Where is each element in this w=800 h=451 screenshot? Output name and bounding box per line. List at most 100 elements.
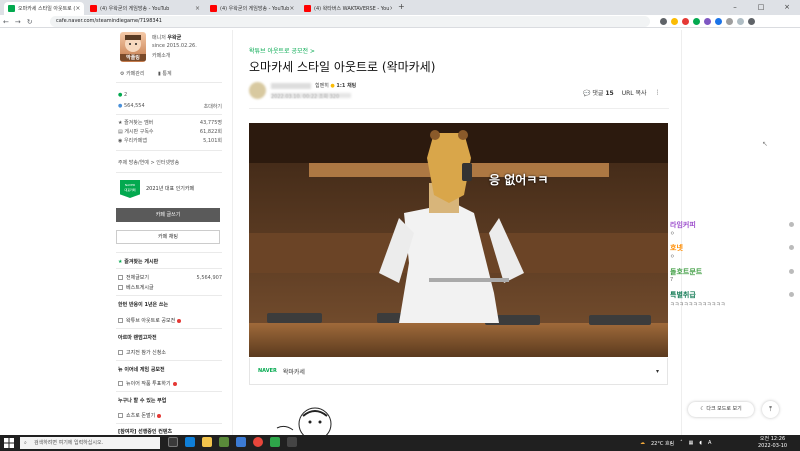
chat-username: 특별취급 <box>670 291 696 299</box>
board-icon <box>118 350 123 355</box>
comments-link[interactable]: 💬 댓글 15 <box>583 88 614 97</box>
cafe-avatar[interactable]: 막플링 <box>120 32 146 62</box>
close-icon[interactable]: × <box>195 5 200 12</box>
article-panel: 왁튜브 아웃트로 공모전 > 오마카세 스타일 아웃트로 (왁마카세) 힙멘히 … <box>232 30 682 435</box>
menu-group-head: 아르마 랜덤고자전 <box>118 335 157 341</box>
video-player[interactable]: 응 없어ㅋㅋ <box>249 123 668 357</box>
menu-item-shorts[interactable]: 쇼츠로 돈벌기 <box>118 412 162 419</box>
extensions-puzzle-icon[interactable] <box>726 18 733 25</box>
taskbar-clock[interactable]: 오전 12:26 2022-03-10 <box>758 436 787 450</box>
chat-badge-icon <box>789 222 794 227</box>
chat-message: ㅇ <box>670 231 675 237</box>
windows-start-icon[interactable] <box>4 438 14 448</box>
extension-green-icon[interactable] <box>693 18 700 25</box>
chevron-down-icon[interactable]: ▾ <box>656 368 659 375</box>
menu-item-label: 고지전 참가 신청소 <box>126 350 166 356</box>
back-icon[interactable]: ← <box>3 18 9 26</box>
author-suffix[interactable]: 힙멘히 <box>315 83 329 89</box>
star-icon[interactable] <box>671 18 678 25</box>
fav-board-label: 즐겨찾는 게시판 <box>124 259 159 265</box>
menu-item-best[interactable]: 베스트게시글 <box>118 284 154 291</box>
cafe-admin-link[interactable]: ⚙ 카페관리 <box>120 70 144 77</box>
divider <box>116 360 222 361</box>
menu-icon[interactable] <box>748 18 755 25</box>
cafe-write-button[interactable]: 카페 글쓰기 <box>116 208 220 222</box>
board-link[interactable]: 왁튜브 아웃트로 공모전 > <box>249 46 315 55</box>
chrome-icon[interactable] <box>253 437 263 447</box>
taskbar-search-input[interactable]: ⌕ 검색하려면 여기에 입력하십시오. <box>20 437 160 449</box>
file-explorer-icon[interactable] <box>202 437 212 447</box>
minecraft-icon[interactable] <box>219 437 229 447</box>
tray-chevron-icon[interactable]: ˄ <box>680 440 683 446</box>
close-icon[interactable]: × <box>75 5 80 12</box>
stats-link[interactable]: ▮ 통계 <box>158 70 172 77</box>
maximize-icon[interactable]: □ <box>748 0 774 15</box>
menu-item-all-posts[interactable]: 전체글보기 5,564,907 <box>118 274 222 281</box>
more-options-icon[interactable]: ⋮ <box>655 89 661 96</box>
new-tab-button[interactable]: + <box>398 2 405 11</box>
chat-username: 돌호트문트 <box>670 268 703 276</box>
naver-cafe-icon <box>8 5 15 12</box>
input-language[interactable]: A <box>708 440 711 446</box>
clock-time: 오전 12:26 <box>759 436 786 442</box>
profile-icon[interactable] <box>737 18 744 25</box>
invite-link[interactable]: 초대하기 <box>204 103 222 110</box>
tab-youtube-2[interactable]: (4) 우왁굳의 게임방송 - YouTub × <box>206 2 298 15</box>
menu-item-signup[interactable]: 고지전 참가 신청소 <box>118 349 166 356</box>
menu-item-vote[interactable]: 뉴이어 작품 투표하기 <box>118 380 177 387</box>
divider <box>116 268 222 269</box>
tab-youtube-3[interactable]: (4) 왁타버스 WAKTAVERSE - You × <box>300 2 392 15</box>
chat-username: 라임커피 <box>670 221 696 229</box>
dark-mode-button[interactable]: ☾ 다크 모드로 보기 <box>688 402 754 417</box>
edge-icon[interactable] <box>185 437 195 447</box>
tab-active[interactable]: 오마카세 스타일 아웃트로 ( × <box>4 2 84 15</box>
cafe-intro-link[interactable]: 카페소개 <box>152 52 170 59</box>
divider <box>116 82 222 83</box>
cafe-theme: 주제 방송/연예 > 인터넷방송 <box>118 160 180 166</box>
volume-icon[interactable]: ◖ <box>699 440 702 446</box>
board-icon <box>118 275 123 280</box>
new-badge-icon <box>157 413 162 418</box>
task-view-icon[interactable] <box>168 437 178 447</box>
tab-youtube-1[interactable]: (4) 우왁굳의 게임방송 - YouTub × <box>86 2 204 15</box>
new-badge-icon <box>172 381 177 386</box>
chat-message: 7 <box>670 277 674 283</box>
app-icon[interactable] <box>236 437 246 447</box>
network-icon[interactable]: ▦ <box>689 440 694 446</box>
cafe-chat-button[interactable]: 카페 채팅 <box>116 230 220 244</box>
members-row: ● 564,554 초대하기 <box>118 103 222 110</box>
close-window-icon[interactable]: × <box>774 0 800 15</box>
weather-text[interactable]: 22°C 흐림 <box>651 440 674 447</box>
app-green-icon[interactable] <box>270 437 280 447</box>
author-avatar[interactable] <box>249 82 266 99</box>
dark-mode-label: 다크 모드로 보기 <box>706 406 742 412</box>
close-icon[interactable]: × <box>389 5 392 12</box>
chat-message: ㅋㅋㅋㅋㅋㅋㅋㅋㅋㅋㅋㅋ <box>670 302 726 308</box>
manager-name[interactable]: 우왁굳 <box>167 35 181 41</box>
board-icon <box>118 285 123 290</box>
extension-v-icon[interactable] <box>704 18 711 25</box>
divider <box>116 328 222 329</box>
extension-blue-icon[interactable] <box>715 18 722 25</box>
reload-icon[interactable]: ↻ <box>27 18 33 26</box>
address-bar-row: ← → ↻ cafe.naver.com/steamindiegame/7198… <box>0 15 800 28</box>
video-title: 왁마카세 <box>282 368 305 376</box>
menu-item-outro-contest[interactable]: 왁튜브 아웃트로 공모전 <box>118 317 182 324</box>
extension-red-icon[interactable] <box>682 18 689 25</box>
cafe-avatar-label: 막플링 <box>120 54 146 61</box>
url-copy-button[interactable]: URL 복사 <box>622 88 647 97</box>
url-input[interactable]: cafe.naver.com/steamindiegame/7198341 <box>50 16 650 27</box>
minimize-icon[interactable]: – <box>722 0 748 15</box>
share-icon[interactable] <box>660 18 667 25</box>
video-info-bar[interactable]: NAVER 왁마카세 ▾ <box>249 358 668 385</box>
post-date: 2022.03.10. 00:22 조회 320 <box>271 94 340 100</box>
forward-icon[interactable]: → <box>15 18 21 26</box>
cafe-since: since 2015.02.26. <box>152 43 197 49</box>
divider <box>116 391 222 392</box>
stat-label: 즐겨찾는 멤버 <box>124 120 154 126</box>
scroll-top-button[interactable]: ⤒ <box>762 401 779 418</box>
app-dark-icon[interactable] <box>287 437 297 447</box>
close-icon[interactable]: × <box>289 5 294 12</box>
one-to-one-chat-link[interactable]: 1:1 채팅 <box>336 83 356 89</box>
divider <box>116 150 222 151</box>
